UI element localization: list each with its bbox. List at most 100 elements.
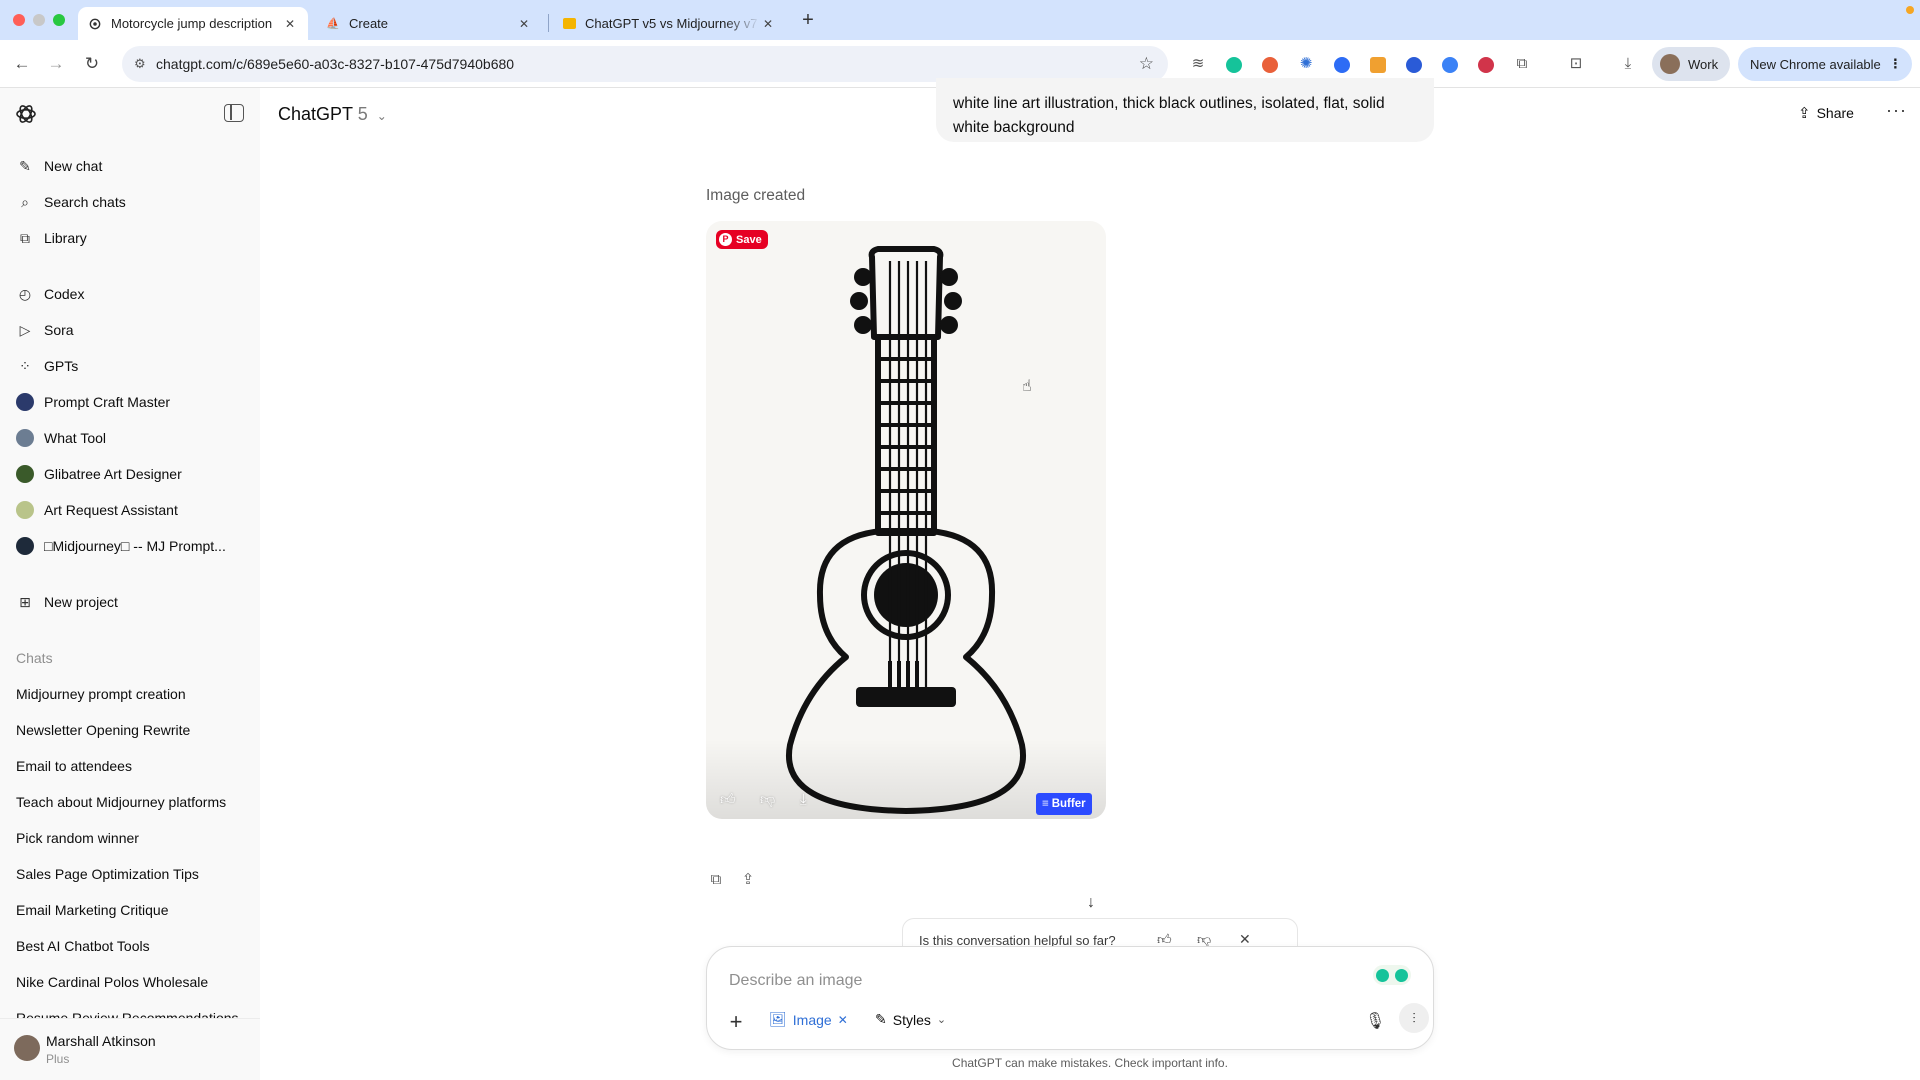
browser-tab-bar: Motorcycle jump description ✕ ⛵ Create ✕… xyxy=(0,0,1920,40)
url-text[interactable]: chatgpt.com/c/689e5e60-a03c-8327-b107-47… xyxy=(156,56,514,72)
gear-icon[interactable]: ✺ xyxy=(1296,54,1316,74)
pinterest-icon[interactable] xyxy=(1262,57,1278,73)
scroll-down-arrow-icon[interactable]: ↓ xyxy=(1080,892,1102,914)
sidebar-item-gpts[interactable]: ⁘ GPTs xyxy=(10,350,250,382)
sora-icon: ▷ xyxy=(19,321,31,338)
more-options-icon[interactable]: ··· xyxy=(1886,100,1907,121)
sidebar-item-search-chats[interactable]: ⌕ Search chats xyxy=(10,186,250,218)
image-status: Image created xyxy=(706,187,806,204)
thumbs-up-icon[interactable]: 👍︎ xyxy=(720,791,736,809)
sidebar-toggle-icon[interactable] xyxy=(224,104,244,122)
browser-tab[interactable]: ⛵ Create ✕ xyxy=(316,7,542,40)
microphone-icon[interactable]: 🎙︎ xyxy=(1365,1011,1385,1031)
browser-tab-active[interactable]: Motorcycle jump description ✕ xyxy=(78,7,308,40)
layers-icon[interactable]: ≋ xyxy=(1188,54,1208,74)
download-icon[interactable]: ⤓ xyxy=(800,791,807,808)
tab-close-icon[interactable]: ✕ xyxy=(516,17,532,31)
window-minimize-button[interactable] xyxy=(33,14,45,26)
image-icon: 🖼︎ xyxy=(769,1011,787,1027)
chat-list-item[interactable]: Pick random winner xyxy=(16,830,246,846)
chat-list-item[interactable]: Email Marketing Critique xyxy=(16,902,246,918)
bookmark-star-icon[interactable]: ☆ xyxy=(1139,54,1154,74)
pinterest-icon: P xyxy=(719,233,732,246)
sidebar-item-label: □Midjourney□ -- MJ Prompt... xyxy=(44,538,226,554)
tab-close-icon[interactable]: ✕ xyxy=(282,17,298,31)
grammarly-icon[interactable] xyxy=(1226,57,1242,73)
feedback-prompt: Is this conversation helpful so far? 👍︎ … xyxy=(902,918,1298,948)
chat-list-item[interactable]: Nike Cardinal Polos Wholesale xyxy=(16,974,246,990)
sidebar-item-new-project[interactable]: ⊞ New project xyxy=(10,586,250,618)
tab-search-icon[interactable]: ⊡ xyxy=(1566,54,1586,74)
chrome-update-button[interactable]: New Chrome available ⋮ xyxy=(1738,47,1912,81)
styles-dropdown[interactable]: ✎ Styles ⌄ xyxy=(875,1011,946,1028)
sidebar-item-codex[interactable]: ◴ Codex xyxy=(10,278,250,310)
reload-icon[interactable]: ↻ xyxy=(80,52,104,76)
sidebar-item-new-chat[interactable]: ✎ New chat xyxy=(10,150,250,182)
profile-label: Work xyxy=(1688,56,1719,72)
model-version: 5 xyxy=(357,104,368,124)
library-icon: ⧉ xyxy=(20,229,30,246)
zoom-icon[interactable] xyxy=(1334,57,1350,73)
browser-tab[interactable]: ChatGPT v5 vs Midjourney v7 ✕ xyxy=(552,7,786,40)
buffer-label: Buffer xyxy=(1051,798,1086,810)
chat-list-item[interactable]: Email to attendees xyxy=(16,758,246,774)
chat-list-item[interactable]: Teach about Midjourney platforms xyxy=(16,794,246,810)
user-name: Marshall Atkinson xyxy=(46,1033,156,1049)
grammarly-icon[interactable] xyxy=(1373,965,1411,985)
pinterest-save-button[interactable]: P Save xyxy=(716,230,768,249)
prompt-input[interactable]: Describe an image xyxy=(729,972,862,990)
copy-icon[interactable]: ⧉ xyxy=(706,870,726,890)
sidebar-gpt-item[interactable]: □Midjourney□ -- MJ Prompt... xyxy=(10,530,250,562)
extension-icon[interactable] xyxy=(1370,57,1386,73)
styles-label: Styles xyxy=(892,1011,931,1028)
image-chip-label: Image xyxy=(792,1011,832,1028)
guitar-illustration xyxy=(786,246,1026,814)
user-menu[interactable]: Marshall Atkinson Plus xyxy=(0,1018,260,1080)
kebab-menu-icon: ⋮ xyxy=(1888,56,1902,71)
buffer-button[interactable]: ≡ Buffer xyxy=(1036,793,1092,815)
sidebar-item-sora[interactable]: ▷ Sora xyxy=(10,314,250,346)
chat-list-item[interactable]: Newsletter Opening Rewrite xyxy=(16,722,246,738)
window-zoom-button[interactable] xyxy=(53,14,65,26)
sidebar-item-label: Glibatree Art Designer xyxy=(44,466,182,482)
update-label: New Chrome available xyxy=(1750,56,1881,72)
address-bar[interactable]: ⚙ chatgpt.com/c/689e5e60-a03c-8327-b107-… xyxy=(122,46,1168,82)
thumbs-down-icon[interactable]: 👎︎ xyxy=(760,791,775,809)
sidebar-item-library[interactable]: ⧉ Library xyxy=(10,222,250,254)
remove-chip-icon[interactable]: ✕ xyxy=(838,1013,848,1027)
chat-list-item[interactable]: Best AI Chatbot Tools xyxy=(16,938,246,954)
chat-list-item[interactable]: Midjourney prompt creation xyxy=(16,686,246,702)
chevron-down-icon: ⌄ xyxy=(936,1014,947,1026)
puzzle-icon[interactable]: ⧉ xyxy=(1512,54,1532,74)
site-settings-icon[interactable]: ⚙ xyxy=(134,56,150,72)
image-mode-chip[interactable]: 🖼︎ Image ✕ xyxy=(769,1011,848,1028)
sidebar-item-label: New chat xyxy=(44,158,103,174)
back-arrow-icon[interactable]: ← xyxy=(10,52,34,76)
openai-icon xyxy=(88,17,102,31)
model-name: ChatGPT xyxy=(278,104,353,124)
forward-arrow-icon[interactable]: → xyxy=(44,52,68,76)
profile-button[interactable]: Work xyxy=(1652,47,1730,81)
download-icon[interactable]: ⤓ xyxy=(1618,54,1638,74)
sidebar-gpt-item[interactable]: Art Request Assistant xyxy=(10,494,250,526)
window-close-button[interactable] xyxy=(13,14,25,26)
chat-list-item[interactable]: Sales Page Optimization Tips xyxy=(16,866,246,882)
share-icon[interactable]: ⇪ xyxy=(738,870,758,890)
generated-image[interactable]: P Save 👍︎ 👎︎ ⤓ ≡ Buffer xyxy=(706,221,1106,819)
user-plan: Plus xyxy=(46,1052,70,1066)
sidebar-gpt-item[interactable]: What Tool xyxy=(10,422,250,454)
add-attachment-button[interactable]: + xyxy=(725,1009,747,1035)
voice-mode-button[interactable]: ⫶ xyxy=(1399,1003,1429,1033)
openai-logo-icon[interactable] xyxy=(14,102,38,126)
new-tab-button[interactable]: + xyxy=(796,9,820,33)
sidebar-gpt-item[interactable]: Prompt Craft Master xyxy=(10,386,250,418)
share-button[interactable]: ⇪ Share xyxy=(1798,104,1854,122)
tab-icon[interactable] xyxy=(1406,57,1422,73)
tab-close-icon[interactable]: ✕ xyxy=(760,17,776,31)
chrome-icon[interactable] xyxy=(1442,57,1458,73)
chats-heading: Chats xyxy=(16,650,53,666)
sidebar-gpt-item[interactable]: Glibatree Art Designer xyxy=(10,458,250,490)
model-selector[interactable]: ChatGPT 5 ⌄ xyxy=(278,104,387,125)
record-icon[interactable] xyxy=(1478,57,1494,73)
gpt-avatar xyxy=(16,429,34,447)
